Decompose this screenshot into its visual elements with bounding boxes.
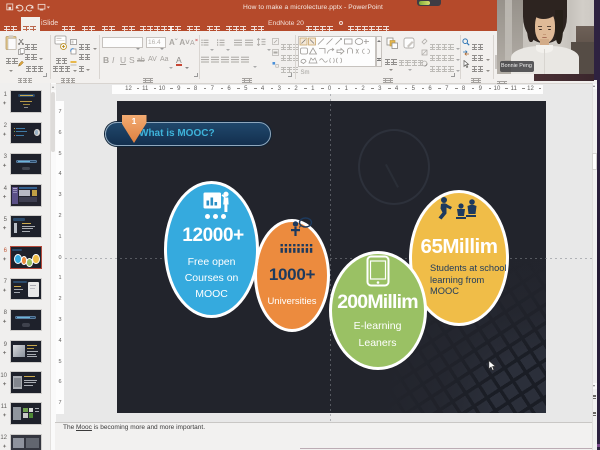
svg-text:A: A: [190, 40, 195, 46]
